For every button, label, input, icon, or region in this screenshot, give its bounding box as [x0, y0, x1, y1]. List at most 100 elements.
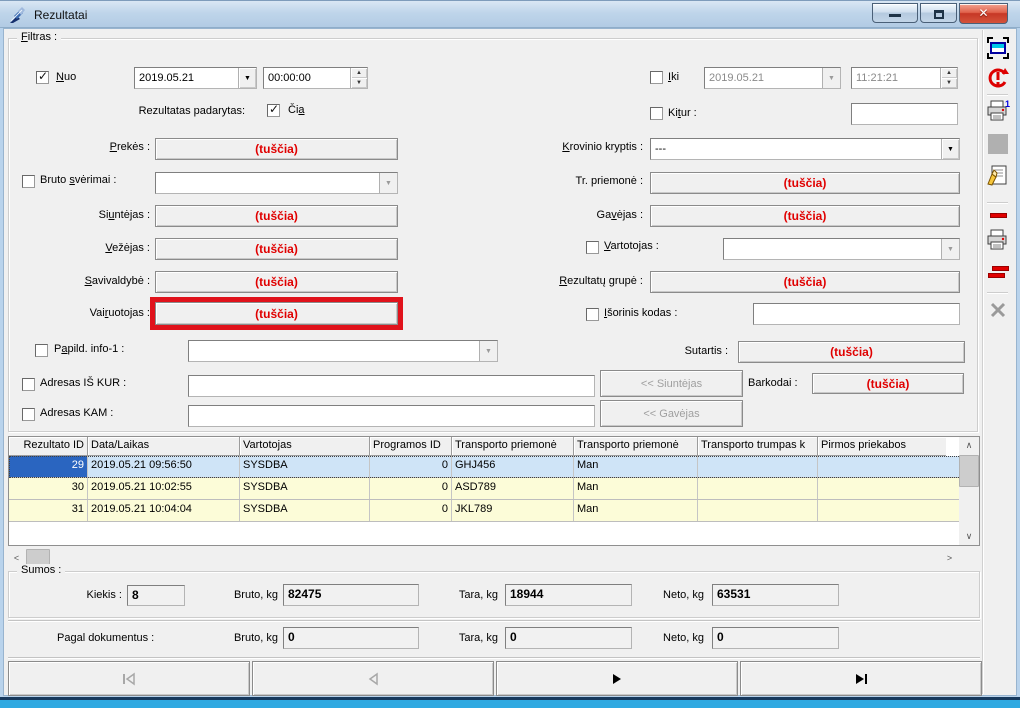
- column-header[interactable]: Pirmos priekabos: [818, 437, 946, 456]
- red-minus-icon[interactable]: [986, 208, 1010, 222]
- gavejas-button[interactable]: (tuščia): [650, 205, 960, 227]
- table-cell[interactable]: 0: [370, 456, 452, 477]
- table-row[interactable]: 30 2019.05.21 10:02:55 SYSDBA 0 ASD789 M…: [9, 478, 979, 500]
- pagal-neto-label: Neto, kg: [654, 632, 704, 644]
- refresh-warning-icon[interactable]: [986, 66, 1010, 90]
- kitur-checkbox[interactable]: [650, 107, 663, 120]
- table-cell-selected[interactable]: 29: [9, 456, 88, 477]
- nav-next-button[interactable]: [496, 661, 738, 696]
- isorinis-kodas-checkbox[interactable]: [586, 308, 599, 321]
- vertical-scrollbar[interactable]: ∧ ∨: [959, 437, 979, 545]
- table-cell[interactable]: SYSDBA: [240, 478, 370, 499]
- table-cell[interactable]: 2019.05.21 10:04:04: [88, 500, 240, 521]
- scroll-up-icon[interactable]: ∧: [959, 437, 979, 454]
- spin-down-icon[interactable]: ▼: [351, 78, 367, 88]
- adresas-kam-input[interactable]: [188, 405, 595, 427]
- printer-icon[interactable]: [986, 228, 1010, 252]
- table-cell[interactable]: 0: [370, 500, 452, 521]
- vartotojas-combobox: ▼: [723, 238, 960, 260]
- minimize-button[interactable]: [872, 3, 918, 23]
- nav-next-icon: [610, 672, 624, 686]
- document-edit-icon[interactable]: [986, 164, 1010, 188]
- scroll-right-icon[interactable]: >: [941, 549, 958, 566]
- bruto-sverimai-checkbox[interactable]: [22, 175, 35, 188]
- bruto-sverimai-label: Bruto svėrimai :: [40, 174, 116, 186]
- nav-last-button[interactable]: [740, 661, 982, 696]
- fit-selection-icon[interactable]: [986, 36, 1010, 60]
- x-disabled-icon: [986, 298, 1010, 322]
- barkodai-button[interactable]: (tuščia): [812, 373, 964, 394]
- adresas-is-kur-checkbox[interactable]: [22, 378, 35, 391]
- table-cell[interactable]: [818, 456, 946, 477]
- table-cell[interactable]: 2019.05.21 10:02:55: [88, 478, 240, 499]
- table-cell[interactable]: SYSDBA: [240, 500, 370, 521]
- siuntejas-button[interactable]: (tuščia): [155, 205, 398, 227]
- table-cell[interactable]: [818, 500, 946, 521]
- vairuotojas-button[interactable]: (tuščia): [155, 302, 398, 325]
- red-double-bar-icon[interactable]: [986, 260, 1010, 284]
- pagal-bruto-label: Bruto, kg: [222, 632, 278, 644]
- table-cell[interactable]: 2019.05.21 09:56:50: [88, 456, 240, 477]
- column-header[interactable]: Programos ID: [370, 437, 452, 456]
- table-cell[interactable]: [698, 456, 818, 477]
- kitur-input[interactable]: [851, 103, 958, 125]
- column-header[interactable]: Rezultato ID: [9, 437, 88, 456]
- table-row[interactable]: 29 2019.05.21 09:56:50 SYSDBA 0 GHJ456 M…: [9, 456, 979, 478]
- siuntejas-label: Siuntėjas :: [20, 209, 150, 221]
- close-button[interactable]: ✕: [959, 3, 1008, 24]
- spin-up-icon: ▲: [941, 68, 957, 78]
- scrollbar-thumb[interactable]: [959, 455, 979, 487]
- spin-down-icon: ▼: [941, 78, 957, 88]
- pagal-dokumentus-label: Pagal dokumentus :: [57, 632, 154, 644]
- maximize-button[interactable]: [920, 3, 957, 23]
- table-cell[interactable]: Man: [574, 500, 698, 521]
- iki-checkbox[interactable]: [650, 71, 663, 84]
- window-bottom-accent: [0, 700, 1020, 708]
- cia-checkbox[interactable]: [267, 104, 280, 117]
- table-cell[interactable]: Man: [574, 456, 698, 477]
- column-header[interactable]: Transporto priemonė: [574, 437, 698, 456]
- rezultatu-grupe-button[interactable]: (tuščia): [650, 271, 960, 293]
- vartotojas-checkbox[interactable]: [586, 241, 599, 254]
- neto-label: Neto, kg: [654, 589, 704, 601]
- column-header[interactable]: Data/Laikas: [88, 437, 240, 456]
- column-header[interactable]: Transporto trumpas k: [698, 437, 818, 456]
- nuo-checkbox[interactable]: [36, 71, 49, 84]
- adresas-kam-checkbox[interactable]: [22, 408, 35, 421]
- table-cell[interactable]: JKL789: [452, 500, 574, 521]
- nuo-date-combobox[interactable]: 2019.05.21 ▼: [134, 67, 257, 89]
- isorinis-kodas-input[interactable]: [753, 303, 960, 325]
- table-cell[interactable]: 30: [9, 478, 88, 499]
- horizontal-scrollbar[interactable]: < >: [8, 549, 958, 566]
- column-header[interactable]: Vartotojas: [240, 437, 370, 456]
- table-cell[interactable]: 0: [370, 478, 452, 499]
- savivaldybe-button[interactable]: (tuščia): [155, 271, 398, 293]
- scroll-down-icon[interactable]: ∨: [959, 528, 979, 545]
- vezejas-button[interactable]: (tuščia): [155, 238, 398, 260]
- table-cell[interactable]: [698, 500, 818, 521]
- tr-priemone-button[interactable]: (tuščia): [650, 172, 960, 194]
- tr-priemone-label: Tr. priemonė :: [480, 175, 643, 187]
- table-cell[interactable]: [698, 478, 818, 499]
- adresas-is-kur-input[interactable]: [188, 375, 595, 397]
- nav-first-icon: [120, 672, 138, 686]
- table-cell[interactable]: [818, 478, 946, 499]
- chevron-down-icon[interactable]: ▼: [238, 68, 256, 88]
- table-row[interactable]: 31 2019.05.21 10:04:04 SYSDBA 0 JKL789 M…: [9, 500, 979, 522]
- krovinio-kryptis-combobox[interactable]: --- ▼: [650, 138, 960, 160]
- sutartis-button[interactable]: (tuščia): [738, 341, 965, 363]
- table-cell[interactable]: GHJ456: [452, 456, 574, 477]
- printer-1-icon[interactable]: 1: [986, 99, 1010, 123]
- table-cell[interactable]: Man: [574, 478, 698, 499]
- spin-up-icon[interactable]: ▲: [351, 68, 367, 78]
- kiekis-value: 8: [127, 585, 185, 606]
- table-cell[interactable]: 31: [9, 500, 88, 521]
- chevron-down-icon[interactable]: ▼: [941, 139, 959, 159]
- nuo-time-spinner[interactable]: 00:00:00 ▲▼: [263, 67, 368, 89]
- column-header[interactable]: Transporto priemonė: [452, 437, 574, 456]
- side-toolbar: 1: [982, 30, 1011, 694]
- table-cell[interactable]: ASD789: [452, 478, 574, 499]
- prekes-button[interactable]: (tuščia): [155, 138, 398, 160]
- papild-info1-checkbox[interactable]: [35, 344, 48, 357]
- table-cell[interactable]: SYSDBA: [240, 456, 370, 477]
